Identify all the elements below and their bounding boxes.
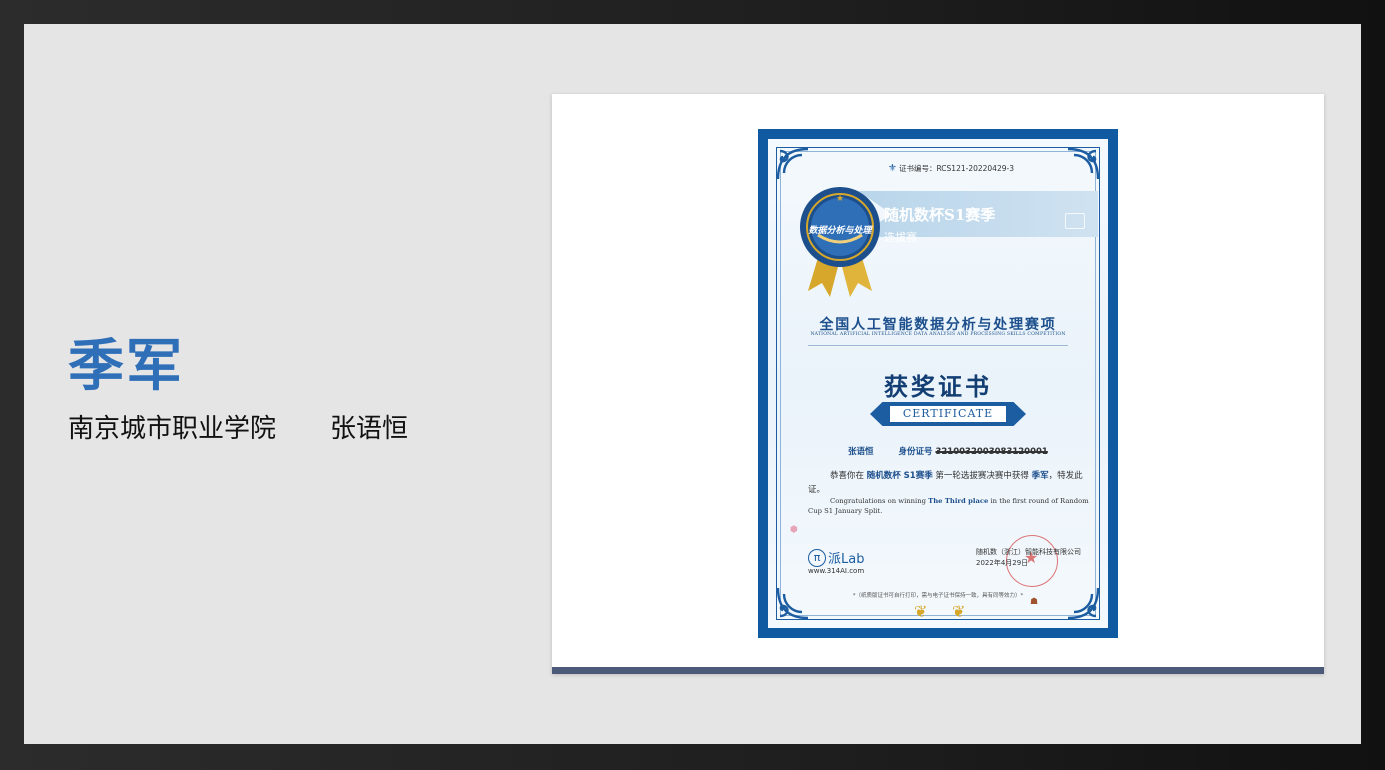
winner-line: 南京城市职业学院 张语恒 [68, 408, 408, 445]
competition-title-en: NATIONAL ARTIFICIAL INTELLIGENCE DATA AN… [810, 332, 1066, 337]
corner-ornament-icon [776, 587, 809, 620]
congrats-text-en: Congratulations on winning The Third pla… [808, 497, 1089, 515]
award-title: 季军 [68, 334, 184, 399]
certificate-number: ⚜ 证书编号：RCS121-20220429-3 [888, 163, 1014, 174]
divider [808, 345, 1068, 346]
laurel-icon: ❦ [914, 602, 928, 621]
slide: 季军 南京城市职业学院 张语恒 ⚜ 证书编号：RCS121-20220429-3 随… [24, 24, 1361, 744]
card-bottom-bar [552, 667, 1324, 674]
event-title: 随机数杯S1赛季 [884, 206, 996, 224]
issue-date: 2022年4月29日 [976, 559, 1029, 567]
event-subtitle: 选拔赛 [884, 231, 917, 244]
corner-ornament-icon [776, 147, 809, 180]
recipient-line: 张语恒 身份证号 3210032003083120001 [848, 445, 1048, 457]
certificate-image: ⚜ 证书编号：RCS121-20220429-3 随机数杯S1赛季 选拔赛 ★ 数… [758, 129, 1118, 638]
issuer: 随机数（浙江）智能科技有限公司 [976, 548, 1081, 556]
pilab-logo: π 派Lab [808, 547, 864, 567]
student-name: 张语恒 [330, 414, 409, 444]
school-name: 南京城市职业学院 [68, 414, 277, 444]
pi-icon: π [808, 548, 826, 567]
medal-label: 数据分析与处理 [808, 226, 872, 236]
certificate-heading-en: CERTIFICATE [890, 406, 1006, 422]
laurel-icon: ❦ [952, 602, 966, 621]
certificate-card: ⚜ 证书编号：RCS121-20220429-3 随机数杯S1赛季 选拔赛 ★ 数… [552, 94, 1324, 674]
chart-icon [1065, 213, 1085, 229]
congrats-text-cn: 恭喜你在 随机数杯 S1赛季 第一轮选拔赛决赛中获得 季军，特发此证。 [808, 471, 1083, 495]
svg-text:★: ★ [836, 194, 844, 204]
corner-ornament-icon [1067, 587, 1100, 620]
fleur-icon: ⚜ [888, 163, 897, 174]
footnote: *（纸质版证书可自行打印，需与电子证书保持一致，具有同等效力）* [852, 593, 1024, 599]
certificate-heading: 获奖证书 [884, 372, 992, 401]
hexagon-icon: ⬢ [790, 525, 798, 535]
recipient-name: 张语恒 [848, 447, 874, 457]
certificate-body: ⚜ 证书编号：RCS121-20220429-3 随机数杯S1赛季 选拔赛 ★ 数… [768, 139, 1108, 628]
logo-url: www.314AI.com [808, 567, 865, 575]
corner-ornament-icon [1067, 147, 1100, 180]
mascot-icon: ☗ [1030, 597, 1039, 607]
id-label: 身份证号 [898, 447, 933, 457]
competition-title: 全国人工智能数据分析与处理赛项 [819, 317, 1057, 333]
medal-icon: ★ [800, 187, 880, 297]
id-value: 3210032003083120001 [935, 447, 1048, 457]
